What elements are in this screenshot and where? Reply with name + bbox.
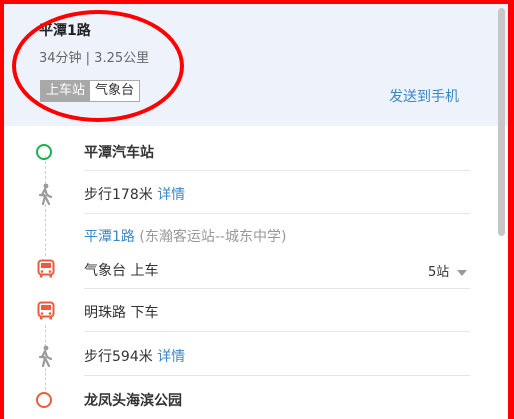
- bus-icon: [37, 301, 55, 320]
- bus-line-direction: (东瀚客运站--城东中学): [139, 229, 287, 245]
- step-walk: 步行178米 详情: [4, 180, 484, 208]
- walk-step-text: 步行178米 详情: [84, 184, 185, 204]
- bus-line-name[interactable]: 平潭1路: [84, 229, 135, 245]
- step-line-info: 平潭1路 (东瀚客运站--城东中学): [4, 224, 484, 250]
- divider: [84, 331, 470, 332]
- walk-distance: 步行178米: [84, 187, 153, 203]
- divider: [84, 213, 470, 214]
- walk-icon: [38, 345, 53, 367]
- stops-count: 5站: [428, 265, 450, 280]
- divider: [84, 288, 470, 289]
- alight-text: 明珠路 下车: [84, 305, 159, 321]
- bus-icon: [37, 259, 55, 278]
- annotation-ellipse: [12, 10, 184, 122]
- step-start: 平潭汽车站: [4, 138, 484, 166]
- start-station-name: 平潭汽车站: [84, 145, 154, 161]
- divider: [84, 375, 470, 376]
- walk-icon: [38, 183, 53, 205]
- step-walk: 步行594米 详情: [4, 342, 484, 370]
- line-info: 平潭1路 (东瀚客运站--城东中学): [84, 226, 286, 246]
- end-station-name: 龙凤头海滨公园: [84, 393, 182, 409]
- board-text: 气象台 上车: [84, 263, 159, 279]
- stops-toggle[interactable]: 5站: [428, 261, 468, 280]
- end-circle-icon: [36, 392, 52, 408]
- chevron-down-icon: [457, 269, 468, 276]
- step-alight: 明珠路 下车: [4, 298, 484, 326]
- walk-detail-link[interactable]: 详情: [157, 349, 185, 365]
- step-end: 龙凤头海滨公园: [4, 386, 484, 414]
- scrollbar-thumb[interactable]: [498, 8, 505, 236]
- step-board: 气象台 上车 5站: [4, 256, 484, 284]
- walk-step-text: 步行594米 详情: [84, 346, 185, 366]
- walk-detail-link[interactable]: 详情: [157, 187, 185, 203]
- walk-distance: 步行594米: [84, 349, 153, 365]
- start-circle-icon: [36, 144, 52, 160]
- send-to-phone-link[interactable]: 发送到手机: [389, 86, 459, 106]
- route-panel: 平潭1路 34分钟 | 3.25公里 上车站 气象台 发送到手机 平潭汽车站 步…: [4, 4, 508, 419]
- divider: [84, 170, 470, 171]
